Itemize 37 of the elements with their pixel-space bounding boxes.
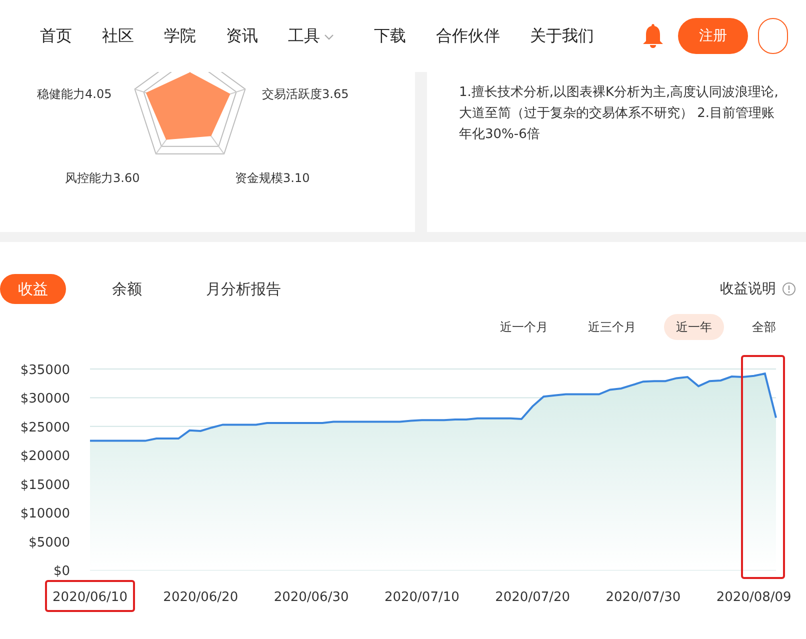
description-text: 年化30%-6倍	[459, 126, 541, 144]
y-axis-label: $5000	[28, 535, 70, 550]
description-text: 1.擅长技术分析,以图表裸K分析为主,高度认同波浪理论,	[459, 84, 780, 102]
description-text: 大道至简（过于复杂的交易体系不研究） 2.目前管理账	[459, 105, 776, 123]
nav-link[interactable]: 工具	[288, 24, 334, 48]
nav-link[interactable]: 资讯	[226, 24, 258, 48]
nav-link[interactable]: 下载	[374, 24, 406, 48]
x-axis-label: 2020/06/10	[52, 590, 128, 605]
range-button[interactable]: 近一个月	[488, 314, 560, 340]
y-axis-label: $30000	[20, 392, 70, 407]
nav-link[interactable]: 学院	[164, 24, 196, 48]
x-axis-label: 2020/06/20	[163, 590, 238, 605]
range-button[interactable]: 近三个月	[576, 314, 648, 340]
nav-link[interactable]: 首页	[40, 24, 72, 48]
y-axis-label: $0	[53, 564, 70, 579]
y-axis-label: $10000	[20, 506, 70, 522]
nav-link[interactable]: 合作伙伴	[436, 24, 500, 48]
y-axis-label: $25000	[20, 420, 70, 436]
x-axis-label: 2020/06/30	[274, 590, 349, 605]
x-axis-label: 2020/08/09	[716, 590, 792, 605]
range-button[interactable]: 近一年	[664, 314, 724, 340]
y-axis-label: $35000	[20, 363, 70, 378]
earnings-info-link[interactable]: 收益说明	[720, 278, 776, 300]
tab[interactable]: 余额	[94, 274, 160, 304]
y-axis-label: $20000	[20, 449, 70, 464]
nav-link[interactable]: 关于我们	[530, 24, 594, 48]
x-axis-label: 2020/07/30	[606, 590, 681, 605]
range-button[interactable]: 全部	[740, 314, 788, 340]
nav-link[interactable]: 社区	[102, 24, 134, 48]
radar-label: 交易活跃度3.65	[262, 86, 349, 103]
y-axis-label: $15000	[20, 478, 70, 493]
radar-label: 风控能力3.60	[65, 170, 140, 187]
tab[interactable]: 月分析报告	[188, 274, 299, 304]
radar-label: 资金规模3.10	[235, 170, 310, 187]
x-axis-label: 2020/07/20	[495, 590, 570, 605]
x-axis-label: 2020/07/10	[384, 590, 460, 605]
radar-label: 稳健能力4.05	[37, 86, 112, 103]
